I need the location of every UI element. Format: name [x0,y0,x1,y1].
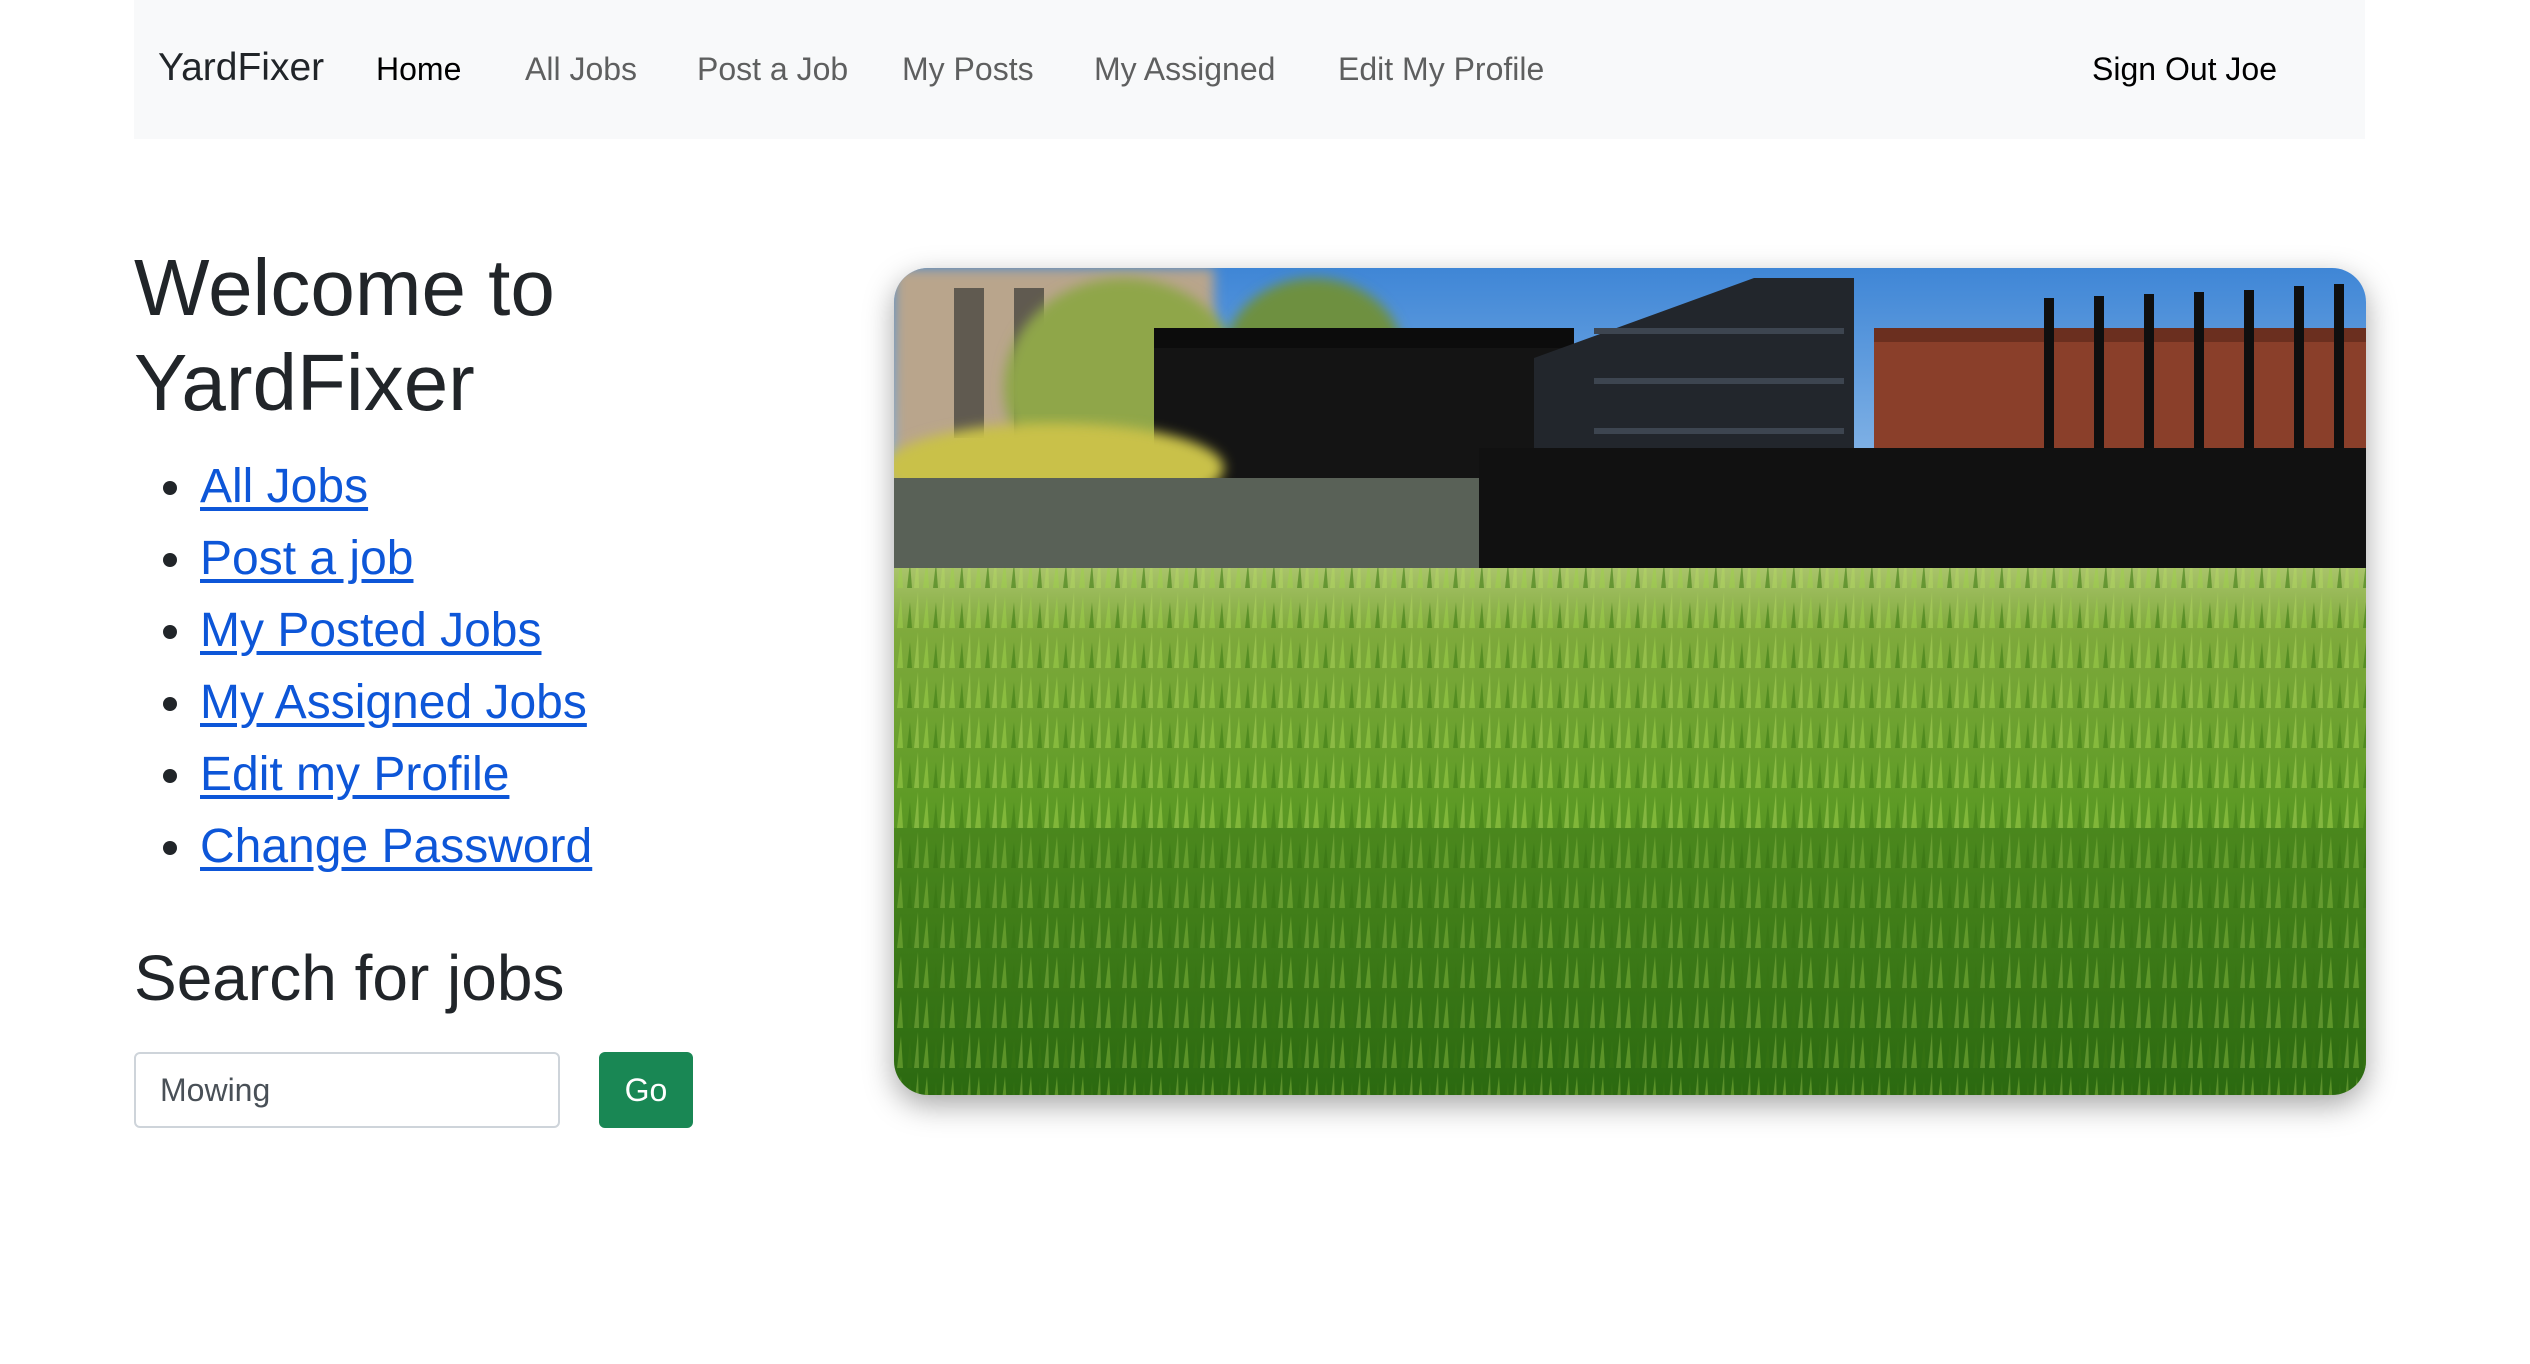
list-item: All Jobs [198,451,592,523]
link-post-a-job[interactable]: Post a job [200,532,413,585]
lawn-photo [894,268,2366,1095]
search-heading: Search for jobs [134,942,565,1014]
hero-image [894,268,2366,1095]
link-change-password[interactable]: Change Password [200,820,592,873]
link-edit-my-profile[interactable]: Edit my Profile [200,748,509,801]
list-item: Post a job [198,523,592,595]
list-item: My Posted Jobs [198,595,592,667]
navbar: YardFixer Home All Jobs Post a Job My Po… [134,0,2365,139]
nav-edit-my-profile[interactable]: Edit My Profile [1338,49,1544,89]
nav-home[interactable]: Home [376,49,461,89]
brand-link[interactable]: YardFixer [158,44,324,92]
sign-out-link[interactable]: Sign Out Joe [2092,49,2277,89]
nav-my-posts[interactable]: My Posts [902,49,1034,89]
list-item: Edit my Profile [198,739,592,811]
link-my-assigned-jobs[interactable]: My Assigned Jobs [200,676,587,729]
nav-my-assigned[interactable]: My Assigned [1094,49,1275,89]
go-button[interactable]: Go [599,1052,693,1128]
link-all-jobs[interactable]: All Jobs [200,460,368,513]
quick-links-list: All Jobs Post a job My Posted Jobs My As… [134,451,592,883]
list-item: Change Password [198,811,592,883]
nav-post-a-job[interactable]: Post a Job [697,49,848,89]
search-input[interactable] [134,1052,560,1128]
nav-all-jobs[interactable]: All Jobs [525,49,637,89]
list-item: My Assigned Jobs [198,667,592,739]
link-my-posted-jobs[interactable]: My Posted Jobs [200,604,541,657]
page-title: Welcome to YardFixer [134,243,555,427]
